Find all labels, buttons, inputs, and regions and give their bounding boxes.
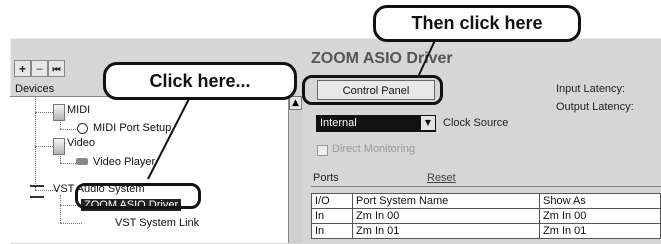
click-here-callout: Click here...	[103, 62, 297, 100]
control-panel-highlight	[302, 75, 443, 105]
callout-pointer-line	[147, 92, 193, 180]
then-click-here-callout: Then click here	[373, 5, 581, 42]
callout-pointer-line	[417, 35, 438, 78]
zoom-asio-driver-highlight	[75, 183, 201, 209]
